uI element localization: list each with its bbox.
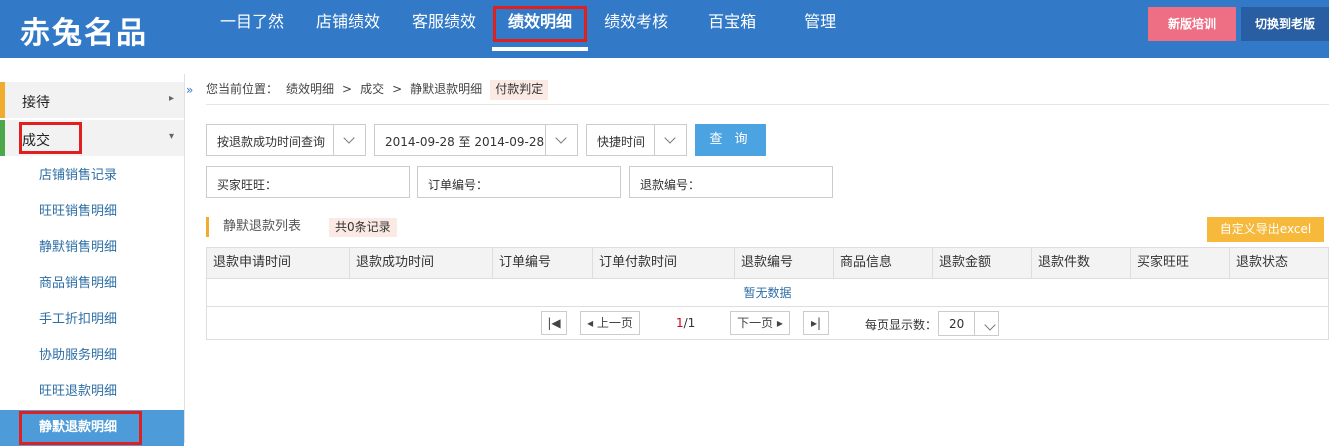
table-header: 退款申请时间 退款成功时间 订单编号 订单付款时间 退款编号 商品信息 退款金额… xyxy=(206,247,1329,279)
sidebar-group-reception[interactable]: 接待 ▸ xyxy=(0,82,184,118)
highlight-box xyxy=(493,6,588,42)
sidebar-item-silent-sales[interactable]: 静默销售明细 xyxy=(0,230,184,266)
nav-performance-detail[interactable]: 绩效明细 xyxy=(492,0,589,51)
active-underline xyxy=(492,47,589,51)
order-number-label: 订单编号： xyxy=(428,178,489,192)
chevron-down-icon[interactable] xyxy=(545,125,577,155)
list-title: 静默退款列表 xyxy=(206,217,301,237)
pagination: |◀ ◂ 上一页 1/1 下一页 ▸ ▸| 每页显示数： 20 xyxy=(206,307,1329,340)
per-page-label: 每页显示数： xyxy=(865,318,938,332)
payment-judgement-tag[interactable]: 付款判定 xyxy=(490,80,549,100)
nav-label: 一目了然 xyxy=(220,12,285,31)
divider xyxy=(206,104,1329,105)
breadcrumb-separator: > xyxy=(342,82,353,96)
empty-table-message: 暂无数据 xyxy=(206,279,1329,307)
breadcrumb-prefix: 您当前位置： xyxy=(206,82,279,96)
highlight-box xyxy=(19,411,142,445)
collapse-sidebar-icon[interactable]: » xyxy=(186,83,193,97)
order-number-field[interactable]: 订单编号： xyxy=(417,166,621,198)
date-range-select[interactable]: 2014-09-28 至 2014-09-28 xyxy=(374,124,578,156)
nav-cs-performance[interactable]: 客服绩效 xyxy=(396,0,492,48)
nav-performance-review[interactable]: 绩效考核 xyxy=(588,0,684,48)
quick-time-value: 快捷时间 xyxy=(597,135,646,149)
breadcrumb-performance-detail[interactable]: 绩效明细 xyxy=(286,80,334,100)
breadcrumb-current: 静默退款明细 xyxy=(410,82,483,96)
breadcrumb-separator: > xyxy=(392,82,403,96)
quick-time-select[interactable]: 快捷时间 xyxy=(586,124,687,156)
nav-toolbox[interactable]: 百宝箱 xyxy=(684,0,780,48)
record-count-badge: 共0条记录 xyxy=(329,218,397,237)
sidebar-group-label: 接待 xyxy=(22,95,50,111)
chevron-right-icon: ▸ xyxy=(168,93,174,104)
refund-number-label: 退款编号： xyxy=(640,178,701,192)
sidebar-item-product-sales[interactable]: 商品销售明细 xyxy=(0,266,184,302)
chevron-down-icon: ▾ xyxy=(168,131,174,142)
nav-label: 绩效考核 xyxy=(604,12,669,31)
chevron-down-icon[interactable] xyxy=(333,125,365,155)
column-header[interactable]: 退款状态 xyxy=(1230,248,1328,278)
query-mode-value: 按退款成功时间查询 xyxy=(217,135,326,149)
query-mode-select[interactable]: 按退款成功时间查询 xyxy=(206,124,366,156)
column-header[interactable]: 退款成功时间 xyxy=(350,248,493,278)
prev-page-button[interactable]: ◂ 上一页 xyxy=(580,311,640,335)
nav-label: 百宝箱 xyxy=(708,12,757,31)
current-page: 1 xyxy=(676,316,684,330)
sidebar-item-ww-refund[interactable]: 旺旺退款明细 xyxy=(0,374,184,410)
nav-label: 管理 xyxy=(804,12,837,31)
per-page-select[interactable]: 20 xyxy=(938,311,999,336)
query-button[interactable]: 查 询 xyxy=(695,124,766,156)
buyer-ww-field[interactable]: 买家旺旺： xyxy=(206,166,410,198)
export-excel-button[interactable]: 自定义导出excel xyxy=(1207,217,1324,242)
refund-number-field[interactable]: 退款编号： xyxy=(629,166,833,198)
nav-label: 店铺绩效 xyxy=(316,12,381,31)
top-header: 赤兔名品 一目了然 店铺绩效 客服绩效 绩效明细 绩效考核 百宝箱 管理 新版培… xyxy=(0,0,1329,58)
sidebar-item-ww-sales[interactable]: 旺旺销售明细 xyxy=(0,194,184,230)
sidebar-item-assist-service[interactable]: 协助服务明细 xyxy=(0,338,184,374)
sidebar-item-shop-sales[interactable]: 店铺销售记录 xyxy=(0,158,184,194)
column-header[interactable]: 退款件数 xyxy=(1032,248,1131,278)
nav-overview[interactable]: 一目了然 xyxy=(204,0,300,48)
nav-label: 客服绩效 xyxy=(412,12,477,31)
breadcrumb-deal[interactable]: 成交 xyxy=(360,80,384,100)
app-logo[interactable]: 赤兔名品 xyxy=(20,8,148,52)
column-header[interactable]: 退款编号 xyxy=(735,248,834,278)
sidebar-group-deal[interactable]: 成交 ▾ xyxy=(0,120,184,156)
last-page-button[interactable]: ▸| xyxy=(803,311,829,335)
breadcrumb: 您当前位置： 绩效明细 > 成交 > 静默退款明细 付款判定 xyxy=(206,80,556,100)
sidebar: 接待 ▸ 成交 ▾ 店铺销售记录 旺旺销售明细 静默销售明细 商品销售明细 手工… xyxy=(0,74,185,446)
new-training-button[interactable]: 新版培训 xyxy=(1148,7,1236,41)
page-indicator: 1/1 xyxy=(676,316,695,330)
next-page-button[interactable]: 下一页 ▸ xyxy=(730,311,790,335)
column-header[interactable]: 订单编号 xyxy=(493,248,593,278)
column-header[interactable]: 订单付款时间 xyxy=(593,248,735,278)
switch-old-version-button[interactable]: 切换到老版 xyxy=(1241,7,1329,41)
per-page-value: 20 xyxy=(949,317,965,331)
column-header[interactable]: 商品信息 xyxy=(834,248,933,278)
chevron-down-icon[interactable] xyxy=(974,312,998,335)
column-header[interactable]: 退款金额 xyxy=(933,248,1032,278)
total-pages: /1 xyxy=(683,316,696,330)
nav-shop-performance[interactable]: 店铺绩效 xyxy=(300,0,396,48)
buyer-ww-label: 买家旺旺： xyxy=(217,178,278,192)
sidebar-item-manual-discount[interactable]: 手工折扣明细 xyxy=(0,302,184,338)
nav-manage[interactable]: 管理 xyxy=(780,0,860,48)
date-range-value: 2014-09-28 至 2014-09-28 xyxy=(385,135,545,149)
column-header[interactable]: 买家旺旺 xyxy=(1131,248,1230,278)
column-header[interactable]: 退款申请时间 xyxy=(207,248,350,278)
first-page-button[interactable]: |◀ xyxy=(541,311,567,335)
chevron-down-icon[interactable] xyxy=(654,125,686,155)
main-nav: 一目了然 店铺绩效 客服绩效 绩效明细 绩效考核 百宝箱 管理 xyxy=(204,0,860,58)
sidebar-item-silent-refund[interactable]: 静默退款明细 xyxy=(0,410,184,446)
highlight-box xyxy=(19,122,82,154)
